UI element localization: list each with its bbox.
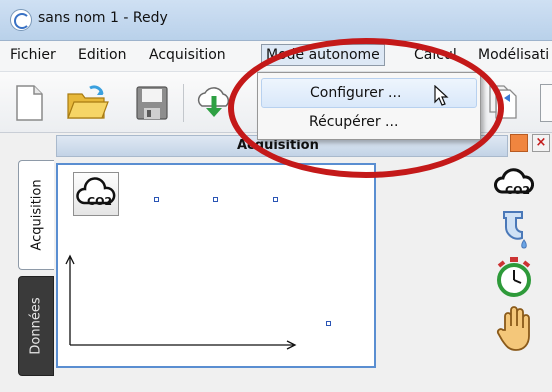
download-cloud-icon[interactable] [194, 84, 234, 122]
menu-item-configurer-label: Configurer ... [310, 85, 402, 101]
menu-item-recuperer[interactable]: Récupérer ... [261, 108, 475, 136]
menu-modelisation[interactable]: Modélisati [474, 45, 552, 65]
menu-fichier[interactable]: Fichier [6, 45, 60, 65]
graph-axes [65, 254, 297, 350]
toolbar-separator [183, 84, 184, 122]
app-icon [10, 9, 32, 31]
menu-mode-autonome[interactable]: Mode autonome [261, 44, 385, 66]
menu-edition[interactable]: Edition [74, 45, 130, 65]
graph-area[interactable]: CO2 [56, 163, 376, 368]
tab-donnees[interactable]: Données [18, 276, 54, 376]
co2-sensor-icon[interactable]: CO2 [494, 162, 534, 202]
copy-document-icon[interactable] [486, 84, 526, 122]
hand-icon[interactable] [494, 304, 534, 352]
stopwatch-icon[interactable] [494, 254, 534, 300]
tab-acquisition-label: Acquisition [29, 179, 44, 251]
panel-title: Acquisition [237, 138, 319, 153]
window-title: sans nom 1 - Redy [38, 10, 168, 26]
menu-acquisition[interactable]: Acquisition [145, 45, 230, 65]
restore-panel-button[interactable] [510, 134, 528, 152]
co2-sensor-label: CO2 [505, 184, 530, 197]
menu-calcul[interactable]: Calcul [410, 45, 461, 65]
tab-donnees-label: Données [28, 297, 44, 355]
mouse-cursor-icon [434, 85, 449, 106]
tab-acquisition[interactable]: Acquisition [18, 160, 54, 270]
new-document-icon[interactable] [12, 84, 46, 122]
menu-item-recuperer-label: Récupérer ... [309, 114, 399, 130]
toolbar-overflow-button[interactable] [540, 84, 552, 122]
close-panel-button[interactable]: × [532, 134, 550, 152]
water-tap-icon[interactable] [494, 206, 534, 250]
mode-autonome-dropdown: Configurer ... Récupérer ... [257, 72, 481, 140]
title-bar: sans nom 1 - Redy [0, 0, 552, 41]
open-folder-icon[interactable] [66, 84, 110, 122]
menu-bar: Fichier Edition Acquisition Mode autonom… [0, 41, 552, 72]
save-icon[interactable] [135, 84, 169, 122]
